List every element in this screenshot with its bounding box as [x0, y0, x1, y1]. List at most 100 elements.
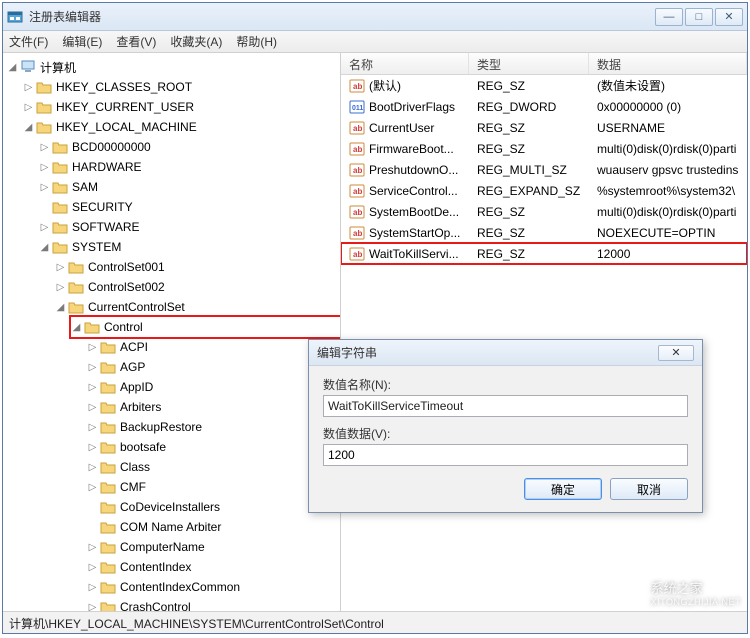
- expand-icon[interactable]: ▷: [87, 362, 98, 373]
- tree-hklm[interactable]: ◢HKEY_LOCAL_MACHINE: [23, 117, 340, 137]
- tree-arbiters[interactable]: ▷Arbiters: [87, 397, 340, 417]
- expand-icon[interactable]: ▷: [39, 222, 50, 233]
- expand-icon[interactable]: ▷: [23, 82, 34, 93]
- tree-hardware[interactable]: ▷HARDWARE: [39, 157, 340, 177]
- expand-icon[interactable]: ▷: [39, 142, 50, 153]
- list-row[interactable]: abFirmwareBoot...REG_SZmulti(0)disk(0)rd…: [341, 138, 747, 159]
- value-data: multi(0)disk(0)rdisk(0)parti: [589, 205, 747, 219]
- expand-icon[interactable]: ▷: [55, 282, 66, 293]
- tree-agp[interactable]: ▷AGP: [87, 357, 340, 377]
- tree-contentindex[interactable]: ▷ContentIndex: [87, 557, 340, 577]
- expand-icon[interactable]: [87, 522, 98, 533]
- maximize-button[interactable]: □: [685, 8, 713, 26]
- tree-crashcontrol[interactable]: ▷CrashControl: [87, 597, 340, 611]
- minimize-button[interactable]: —: [655, 8, 683, 26]
- tree-codev[interactable]: CoDeviceInstallers: [87, 497, 340, 517]
- col-name[interactable]: 名称: [341, 53, 469, 74]
- collapse-icon[interactable]: ◢: [55, 302, 66, 313]
- value-data: wuauserv gpsvc trustedins: [589, 163, 747, 177]
- tree-root[interactable]: ◢ 计算机: [7, 57, 340, 77]
- tree-software[interactable]: ▷SOFTWARE: [39, 217, 340, 237]
- tree-bcd[interactable]: ▷BCD00000000: [39, 137, 340, 157]
- list-row[interactable]: abSystemBootDe...REG_SZmulti(0)disk(0)rd…: [341, 201, 747, 222]
- collapse-icon[interactable]: ◢: [39, 242, 50, 253]
- collapse-icon[interactable]: ◢: [23, 122, 34, 133]
- expand-icon[interactable]: ▷: [87, 442, 98, 453]
- value-data: USERNAME: [589, 121, 747, 135]
- svg-text:ab: ab: [353, 124, 362, 133]
- tree-control[interactable]: ◢Control: [71, 317, 340, 337]
- expand-icon[interactable]: ▷: [87, 402, 98, 413]
- expand-icon[interactable]: ▷: [87, 482, 98, 493]
- expand-icon[interactable]: ▷: [87, 422, 98, 433]
- tree-system[interactable]: ◢SYSTEM: [39, 237, 340, 257]
- list-row[interactable]: ab(默认)REG_SZ(数值未设置): [341, 75, 747, 96]
- tree-cs1[interactable]: ▷ControlSet001: [55, 257, 340, 277]
- folder-icon: [52, 160, 68, 174]
- tree-appid[interactable]: ▷AppID: [87, 377, 340, 397]
- ok-button[interactable]: 确定: [524, 478, 602, 500]
- tree-comname[interactable]: COM Name Arbiter: [87, 517, 340, 537]
- list-row[interactable]: abCurrentUserREG_SZUSERNAME: [341, 117, 747, 138]
- expand-icon[interactable]: ▷: [23, 102, 34, 113]
- list-row[interactable]: abWaitToKillServi...REG_SZ12000: [341, 243, 747, 264]
- string-value-icon: ab: [349, 225, 365, 241]
- tree-compname[interactable]: ▷ComputerName: [87, 537, 340, 557]
- menu-view[interactable]: 查看(V): [116, 33, 156, 50]
- expand-icon[interactable]: ▷: [87, 462, 98, 473]
- value-name-input[interactable]: [323, 395, 688, 417]
- tree-hkcr[interactable]: ▷HKEY_CLASSES_ROOT: [23, 77, 340, 97]
- tree-bootsafe[interactable]: ▷bootsafe: [87, 437, 340, 457]
- menu-favorites[interactable]: 收藏夹(A): [170, 33, 222, 50]
- tree-sam[interactable]: ▷SAM: [39, 177, 340, 197]
- cancel-button[interactable]: 取消: [610, 478, 688, 500]
- menu-help[interactable]: 帮助(H): [236, 33, 277, 50]
- list-header: 名称 类型 数据: [341, 53, 747, 75]
- binary-value-icon: 011: [349, 99, 365, 115]
- tree-hkcu[interactable]: ▷HKEY_CURRENT_USER: [23, 97, 340, 117]
- tree-class[interactable]: ▷Class: [87, 457, 340, 477]
- expand-icon[interactable]: [39, 202, 50, 213]
- expand-icon[interactable]: ▷: [55, 262, 66, 273]
- col-type[interactable]: 类型: [469, 53, 589, 74]
- dialog-close-button[interactable]: ✕: [658, 345, 694, 361]
- list-row[interactable]: abSystemStartOp...REG_SZ NOEXECUTE=OPTIN: [341, 222, 747, 243]
- string-value-icon: ab: [349, 204, 365, 220]
- tree-acpi[interactable]: ▷ACPI: [87, 337, 340, 357]
- expand-icon[interactable]: ▷: [87, 562, 98, 573]
- value-type: REG_DWORD: [469, 100, 589, 114]
- expand-icon[interactable]: ▷: [39, 182, 50, 193]
- expand-icon[interactable]: ▷: [39, 162, 50, 173]
- string-value-icon: ab: [349, 78, 365, 94]
- expand-icon[interactable]: ▷: [87, 382, 98, 393]
- expand-icon[interactable]: ▷: [87, 542, 98, 553]
- close-button[interactable]: ✕: [715, 8, 743, 26]
- list-row[interactable]: abServiceControl...REG_EXPAND_SZ%systemr…: [341, 180, 747, 201]
- tree-contentcommon[interactable]: ▷ContentIndexCommon: [87, 577, 340, 597]
- expand-icon[interactable]: ▷: [87, 342, 98, 353]
- value-data: 12000: [589, 247, 747, 261]
- value-name: ServiceControl...: [369, 184, 458, 198]
- menu-file[interactable]: 文件(F): [9, 33, 48, 50]
- titlebar[interactable]: 注册表编辑器 — □ ✕: [3, 3, 747, 31]
- tree-cs2[interactable]: ▷ControlSet002: [55, 277, 340, 297]
- value-data-input[interactable]: [323, 444, 688, 466]
- expand-icon[interactable]: ▷: [87, 602, 98, 612]
- list-row[interactable]: 011BootDriverFlagsREG_DWORD0x00000000 (0…: [341, 96, 747, 117]
- col-data[interactable]: 数据: [589, 53, 747, 74]
- list-pane[interactable]: 名称 类型 数据 ab(默认)REG_SZ(数值未设置)011BootDrive…: [341, 53, 747, 611]
- svg-text:ab: ab: [353, 187, 362, 196]
- expand-icon[interactable]: [87, 502, 98, 513]
- tree-backup[interactable]: ▷BackupRestore: [87, 417, 340, 437]
- tree-security[interactable]: SECURITY: [39, 197, 340, 217]
- collapse-icon[interactable]: ◢: [71, 322, 82, 333]
- tree-ccs[interactable]: ◢CurrentControlSet: [55, 297, 340, 317]
- dialog-titlebar[interactable]: 编辑字符串 ✕: [309, 340, 702, 366]
- menu-edit[interactable]: 编辑(E): [62, 33, 102, 50]
- tree-cmf[interactable]: ▷CMF: [87, 477, 340, 497]
- svg-text:ab: ab: [353, 208, 362, 217]
- list-row[interactable]: abPreshutdownO...REG_MULTI_SZwuauserv gp…: [341, 159, 747, 180]
- collapse-icon[interactable]: ◢: [7, 62, 18, 73]
- tree-pane[interactable]: ◢ 计算机 ▷HKEY_CLASSES_ROOT ▷HKEY_CURRENT_U…: [3, 53, 341, 611]
- expand-icon[interactable]: ▷: [87, 582, 98, 593]
